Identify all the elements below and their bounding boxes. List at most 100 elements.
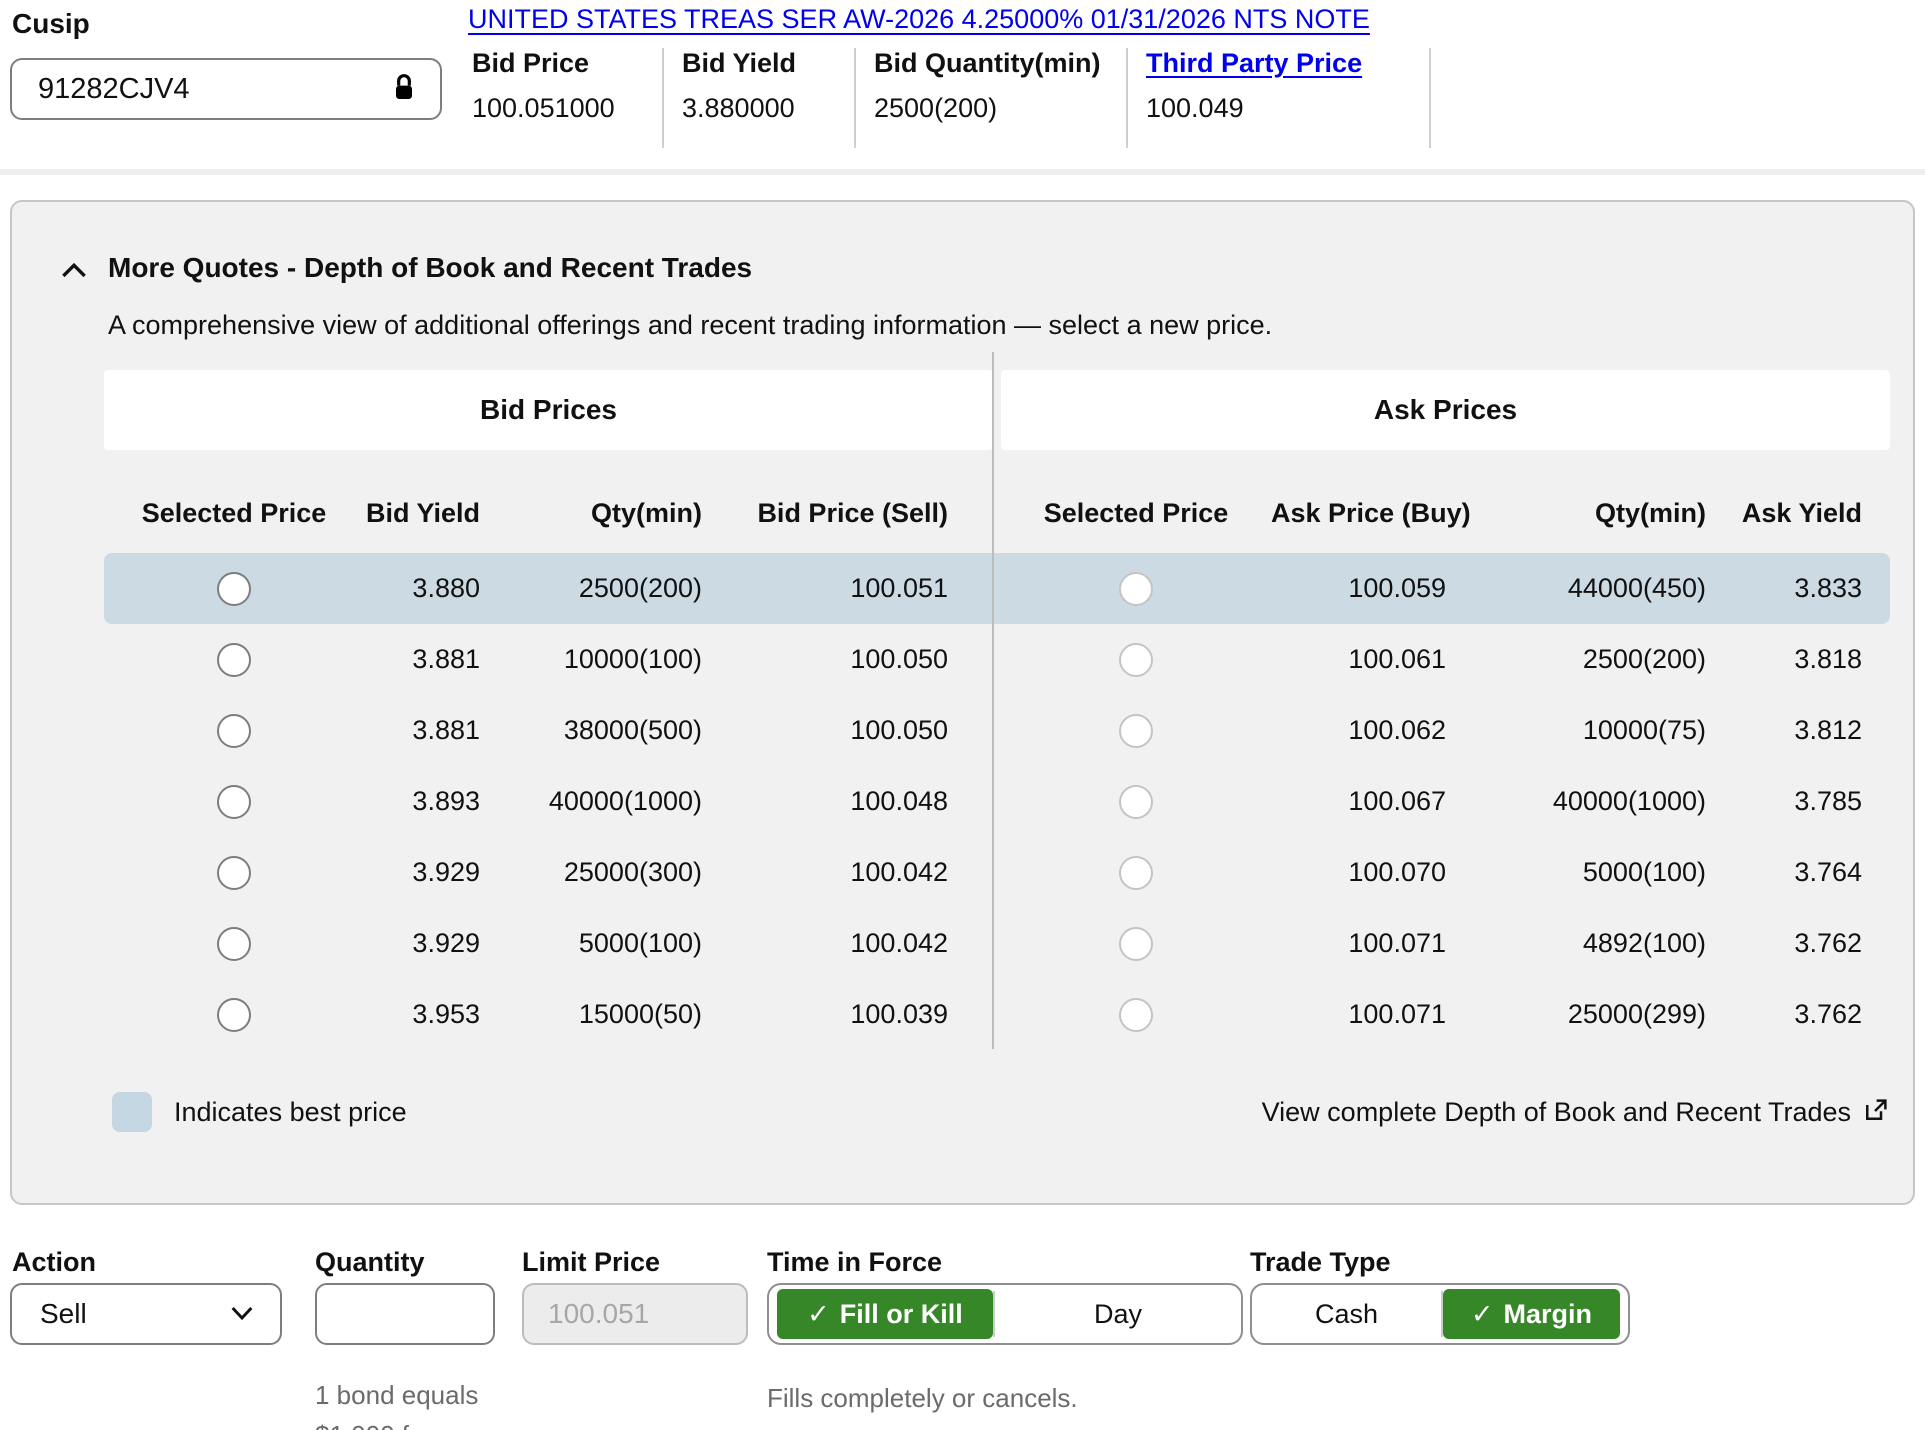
third-party-price-quote: Third Party Price 100.049 xyxy=(1146,48,1406,124)
ask-yield-cell: 3.818 xyxy=(1706,644,1890,675)
trade-type-label: Trade Type xyxy=(1250,1247,1391,1278)
bid-price-sell-header: Bid Price (Sell) xyxy=(702,498,993,529)
trade-type-cash-option[interactable]: Cash xyxy=(1252,1289,1441,1339)
view-depth-link[interactable]: View complete Depth of Book and Recent T… xyxy=(1262,1095,1891,1130)
bid-yield-cell: 3.953 xyxy=(364,999,480,1030)
divider xyxy=(0,169,1925,175)
security-title-link[interactable]: UNITED STATES TREAS SER AW-2026 4.25000%… xyxy=(468,4,1370,35)
ask-qty-cell: 2500(200) xyxy=(1446,644,1706,675)
bid-qty-cell: 40000(1000) xyxy=(480,786,702,817)
bid-yield-cell: 3.893 xyxy=(364,786,480,817)
bid-price-quote: Bid Price 100.051000 xyxy=(472,48,642,124)
ask-select-radio[interactable] xyxy=(1119,927,1153,961)
action-value: Sell xyxy=(40,1298,226,1330)
action-label: Action xyxy=(12,1247,96,1278)
bid-yield-header: Bid Yield xyxy=(364,498,480,529)
bid-price-cell: 100.048 xyxy=(702,786,993,817)
ask-yield-header: Ask Yield xyxy=(1706,498,1890,529)
ask-yield-cell: 3.762 xyxy=(1706,928,1890,959)
quantity-helper: 1 bond equals $1,000 face xyxy=(315,1375,478,1430)
panel-description: A comprehensive view of additional offer… xyxy=(108,310,1272,341)
divider xyxy=(854,48,856,148)
ask-qty-cell: 5000(100) xyxy=(1446,857,1706,888)
bid-price-cell: 100.050 xyxy=(702,644,993,675)
ask-price-cell: 100.062 xyxy=(1271,715,1446,746)
tif-day-option[interactable]: Day xyxy=(995,1289,1241,1339)
ask-select-radio[interactable] xyxy=(1119,714,1153,748)
time-in-force-toggle: ✓ Fill or Kill Day xyxy=(767,1283,1243,1345)
depth-rows: 3.8802500(200)100.051100.05944000(450)3.… xyxy=(104,553,1890,1050)
bid-yield-cell: 3.881 xyxy=(364,644,480,675)
check-icon: ✓ xyxy=(807,1299,830,1330)
bid-prices-title: Bid Prices xyxy=(480,394,617,426)
ask-price-cell: 100.059 xyxy=(1271,573,1446,604)
bid-price-cell: 100.042 xyxy=(702,928,993,959)
limit-price-input: 100.051 xyxy=(522,1283,748,1345)
bid-radio-cell xyxy=(104,714,364,748)
depth-table: Bid Prices Ask Prices Selected Price Bid… xyxy=(104,370,1890,1060)
bid-quantity-label: Bid Quantity(min) xyxy=(874,48,1114,79)
view-depth-link-label: View complete Depth of Book and Recent T… xyxy=(1262,1097,1851,1128)
ask-prices-title: Ask Prices xyxy=(1374,394,1517,426)
bid-yield-cell: 3.929 xyxy=(364,928,480,959)
tif-fill-or-kill-option[interactable]: ✓ Fill or Kill xyxy=(777,1289,993,1339)
depth-row: 3.88110000(100)100.050 100.0612500(200)3.… xyxy=(104,624,1890,695)
ask-qty-header: Qty(min) xyxy=(1446,498,1706,529)
ask-qty-cell: 4892(100) xyxy=(1446,928,1706,959)
ask-select-radio[interactable] xyxy=(1119,643,1153,677)
ask-select-radio[interactable] xyxy=(1119,785,1153,819)
bid-radio-cell xyxy=(104,998,364,1032)
ask-price-buy-header: Ask Price (Buy) xyxy=(1271,498,1446,529)
action-select[interactable]: Sell xyxy=(10,1283,282,1345)
bid-select-radio[interactable] xyxy=(217,927,251,961)
third-party-price-value: 100.049 xyxy=(1146,93,1244,123)
ask-price-cell: 100.071 xyxy=(1271,999,1446,1030)
bid-select-radio[interactable] xyxy=(217,856,251,890)
depth-of-book-panel: More Quotes - Depth of Book and Recent T… xyxy=(10,200,1915,1205)
chevron-up-icon[interactable] xyxy=(57,254,91,288)
ask-yield-cell: 3.785 xyxy=(1706,786,1890,817)
third-party-price-link[interactable]: Third Party Price xyxy=(1146,48,1406,79)
panel-title: More Quotes - Depth of Book and Recent T… xyxy=(108,252,752,284)
check-icon: ✓ xyxy=(1471,1299,1494,1330)
ask-selected-price-header: Selected Price xyxy=(1001,498,1271,529)
bid-quantity-value: 2500(200) xyxy=(874,93,997,123)
ask-yield-cell: 3.762 xyxy=(1706,999,1890,1030)
limit-price-label: Limit Price xyxy=(522,1247,660,1278)
ask-select-radio[interactable] xyxy=(1119,856,1153,890)
lock-icon xyxy=(388,71,420,108)
divider xyxy=(662,48,664,148)
bid-qty-cell: 5000(100) xyxy=(480,928,702,959)
divider xyxy=(992,352,994,1049)
bid-select-radio[interactable] xyxy=(217,643,251,677)
ask-radio-cell xyxy=(1001,785,1271,819)
ask-radio-cell xyxy=(1001,998,1271,1032)
bid-price-cell: 100.051 xyxy=(702,573,993,604)
bid-quantity-quote: Bid Quantity(min) 2500(200) xyxy=(874,48,1114,124)
ask-qty-cell: 44000(450) xyxy=(1446,573,1706,604)
bid-select-radio[interactable] xyxy=(217,998,251,1032)
ask-price-cell: 100.061 xyxy=(1271,644,1446,675)
depth-row: 3.95315000(50)100.039100.07125000(299)3.… xyxy=(104,979,1890,1050)
depth-row-best: 3.8802500(200)100.051100.05944000(450)3.… xyxy=(104,553,1890,624)
cusip-input[interactable]: 91282CJV4 xyxy=(10,58,442,120)
bid-qty-cell: 10000(100) xyxy=(480,644,702,675)
bid-prices-band: Bid Prices xyxy=(104,370,993,450)
ask-radio-cell xyxy=(1001,572,1271,606)
bid-select-radio[interactable] xyxy=(217,785,251,819)
bid-qty-cell: 15000(50) xyxy=(480,999,702,1030)
bid-radio-cell xyxy=(104,927,364,961)
ask-radio-cell xyxy=(1001,643,1271,677)
depth-row: 3.89340000(1000)100.048100.06740000(1000… xyxy=(104,766,1890,837)
bid-select-radio[interactable] xyxy=(217,714,251,748)
bid-yield-value: 3.880000 xyxy=(682,93,795,123)
trade-type-margin-option[interactable]: ✓ Margin xyxy=(1443,1289,1620,1339)
ask-select-radio[interactable] xyxy=(1119,572,1153,606)
ask-yield-cell: 3.812 xyxy=(1706,715,1890,746)
trade-type-toggle: Cash ✓ Margin xyxy=(1250,1283,1630,1345)
ask-yield-cell: 3.833 xyxy=(1706,573,1890,604)
bid-select-radio[interactable] xyxy=(217,572,251,606)
quantity-input[interactable] xyxy=(315,1283,495,1345)
divider xyxy=(1429,48,1431,148)
ask-select-radio[interactable] xyxy=(1119,998,1153,1032)
